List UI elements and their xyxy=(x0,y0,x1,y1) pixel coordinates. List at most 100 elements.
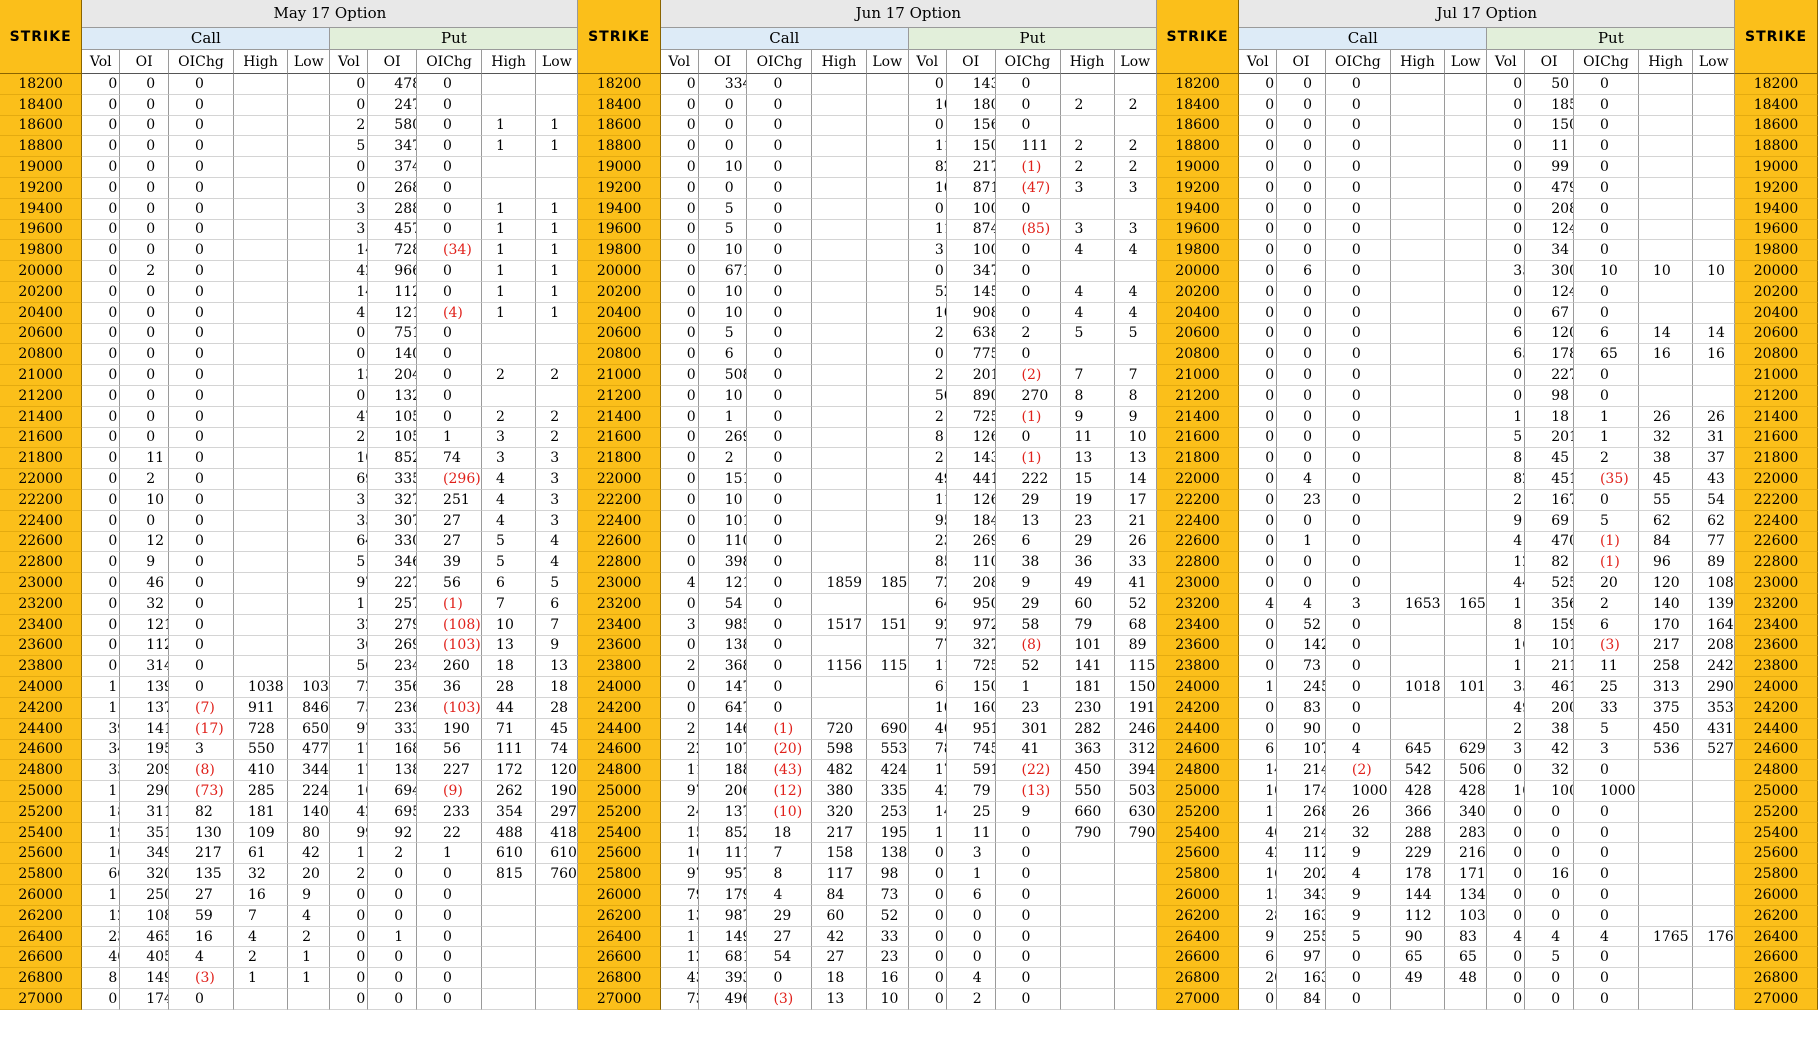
data-cell: 103 xyxy=(1445,905,1488,927)
strike-cell: 20800 xyxy=(1735,344,1818,366)
data-cell: 1786 xyxy=(330,739,369,761)
data-cell: 36 xyxy=(417,677,483,698)
data-cell: 9 xyxy=(1060,406,1115,428)
data-cell: 11 xyxy=(82,697,121,719)
data-cell: 1115 xyxy=(698,843,748,865)
data-cell xyxy=(233,656,289,678)
data-cell: 0 xyxy=(1325,510,1391,532)
data-cell: (1) xyxy=(995,406,1061,428)
strike-cell: 19600 xyxy=(1156,219,1240,241)
data-cell: 7 xyxy=(1114,365,1157,386)
strike-cell: 24000 xyxy=(1156,677,1240,698)
strike-cell: 23200 xyxy=(1156,593,1240,615)
data-cell xyxy=(1638,365,1694,386)
data-cell: 89 xyxy=(1114,635,1157,657)
data-cell: 0 xyxy=(1573,302,1639,324)
data-cell: 82 xyxy=(908,157,947,178)
strike-cell: 26000 xyxy=(1735,885,1818,906)
data-cell: 45 xyxy=(1638,469,1694,490)
data-cell: 461 xyxy=(1525,677,1574,698)
data-cell xyxy=(812,385,867,407)
data-cell: 4 xyxy=(1060,281,1115,303)
data-cell: 4 xyxy=(233,926,289,948)
data-cell: 142 xyxy=(1277,635,1326,657)
data-cell: 340 xyxy=(1445,801,1488,823)
strike-cell: 24200 xyxy=(1156,697,1240,719)
data-cell: 82 xyxy=(1525,552,1574,574)
data-cell xyxy=(1114,198,1157,220)
data-cell: 0 xyxy=(168,136,234,158)
data-cell xyxy=(536,74,579,95)
data-cell xyxy=(1693,177,1736,199)
data-cell xyxy=(233,531,289,553)
data-cell: 38 xyxy=(1638,448,1694,470)
data-cell xyxy=(288,94,331,116)
data-cell: 0 xyxy=(368,864,418,886)
strike-cell: 26200 xyxy=(1735,905,1818,927)
data-cell: 2 xyxy=(482,406,537,428)
data-cell: 52 xyxy=(1114,593,1157,615)
data-cell: 0 xyxy=(1239,573,1278,594)
data-cell xyxy=(536,947,579,969)
data-cell: 1502 xyxy=(946,136,996,158)
data-cell: 11 xyxy=(1573,656,1639,678)
data-cell xyxy=(812,365,867,386)
data-cell: 62 xyxy=(1638,510,1694,532)
data-cell xyxy=(1693,115,1736,137)
data-cell: 911 xyxy=(233,697,289,719)
data-cell: 0 xyxy=(1573,198,1639,220)
data-cell: 178 xyxy=(1390,864,1446,886)
data-cell: 0 xyxy=(1325,677,1391,698)
data-cell: 482 xyxy=(812,760,867,782)
data-cell xyxy=(536,323,579,345)
data-cell: 2 xyxy=(908,406,947,428)
data-cell: 131 xyxy=(660,905,699,927)
data-cell: 164 xyxy=(1693,614,1736,636)
strike-cell: 25800 xyxy=(1156,864,1240,886)
data-cell: 0 xyxy=(330,323,369,345)
strike-cell: 22600 xyxy=(1156,531,1240,553)
data-cell xyxy=(1445,489,1488,511)
data-cell: 4 xyxy=(536,552,579,574)
data-cell: 29 xyxy=(747,905,813,927)
data-cell: 0 xyxy=(82,323,121,345)
data-cell: 4 xyxy=(660,573,699,594)
data-cell: 1 xyxy=(288,947,331,969)
data-cell: 23 xyxy=(1277,489,1326,511)
data-cell: 0 xyxy=(82,531,121,553)
data-cell: 978 xyxy=(330,718,369,740)
data-cell: 174 xyxy=(908,760,947,782)
data-cell: 1435 xyxy=(946,74,996,95)
data-cell: 217 xyxy=(1638,635,1694,657)
strike-cell: 24000 xyxy=(0,677,83,698)
data-cell: 0 xyxy=(1487,760,1526,782)
data-cell: 49 xyxy=(1390,968,1446,990)
data-cell xyxy=(288,510,331,532)
data-cell: 0 xyxy=(1239,427,1278,449)
data-cell xyxy=(482,157,537,178)
data-cell: 44 xyxy=(482,697,537,719)
data-cell: 0 xyxy=(1325,219,1391,241)
strike-cell: 20200 xyxy=(578,281,661,303)
data-cell xyxy=(288,219,331,241)
data-cell: 347 xyxy=(368,136,418,158)
data-cell: 0 xyxy=(120,94,169,116)
data-cell: 255 xyxy=(1277,926,1326,948)
data-cell: 90 xyxy=(1277,718,1326,740)
column-header-high: High xyxy=(812,50,867,74)
strike-cell: 23000 xyxy=(1735,573,1818,594)
data-cell: 214 xyxy=(1277,760,1326,782)
strike-cell: 23800 xyxy=(1156,656,1240,678)
data-cell xyxy=(812,406,867,428)
strike-cell: 23400 xyxy=(578,614,661,636)
data-cell: 0 xyxy=(660,74,699,95)
data-cell: 227 xyxy=(1525,365,1574,386)
data-cell: 0 xyxy=(1325,302,1391,324)
data-cell: 1452 xyxy=(946,281,996,303)
data-cell: 5 xyxy=(330,136,369,158)
data-cell: 2 xyxy=(1060,94,1115,116)
data-cell: 3 xyxy=(1060,219,1115,241)
data-cell: 0 xyxy=(1487,94,1526,116)
data-cell xyxy=(866,94,909,116)
data-cell xyxy=(1390,448,1446,470)
